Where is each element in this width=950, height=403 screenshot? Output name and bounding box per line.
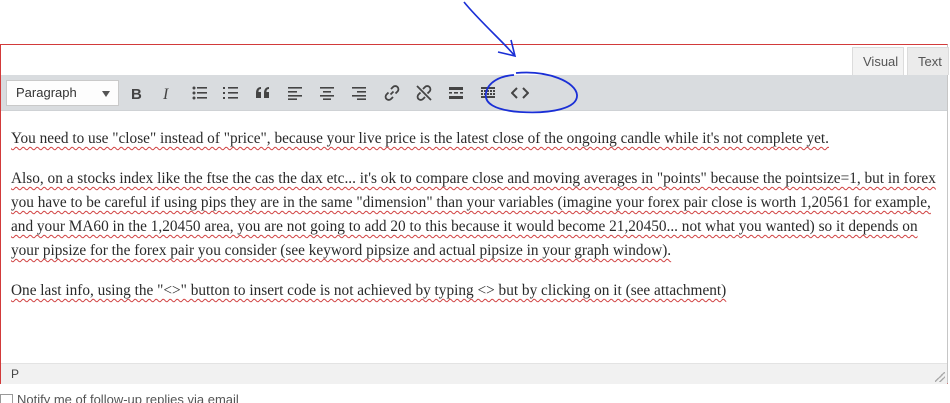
svg-text:I: I	[162, 86, 169, 101]
chevron-down-icon	[102, 91, 110, 97]
bold-icon[interactable]: B	[124, 81, 148, 105]
tab-text[interactable]: Text	[907, 47, 949, 75]
post-editor: Visual Text Paragraph B I You need to us…	[0, 44, 949, 384]
svg-text:B: B	[131, 86, 142, 101]
read-more-icon[interactable]	[444, 81, 468, 105]
link-icon[interactable]	[380, 81, 404, 105]
notify-label: Notify me of follow-up replies via email	[17, 394, 239, 403]
code-icon[interactable]	[508, 81, 532, 105]
notify-checkbox[interactable]	[0, 394, 13, 403]
align-right-icon[interactable]	[347, 81, 371, 105]
paragraph-1: You need to use "close" instead of "pric…	[11, 130, 829, 147]
editor-toolbar: Paragraph B I	[1, 75, 947, 111]
align-center-icon[interactable]	[315, 81, 339, 105]
unlink-icon[interactable]	[412, 81, 436, 105]
editor-statusbar: P	[1, 363, 947, 384]
format-select[interactable]: Paragraph	[6, 80, 119, 106]
resize-grip-icon[interactable]	[935, 372, 945, 382]
editor-content[interactable]: You need to use "close" instead of "pric…	[11, 121, 941, 319]
notify-checkbox-row[interactable]: Notify me of follow-up replies via email	[0, 394, 239, 403]
tab-visual[interactable]: Visual	[852, 47, 904, 75]
editor-tabs: Visual Text	[1, 45, 949, 75]
format-select-value: Paragraph	[16, 85, 77, 100]
paragraph-3: One last info, using the "<>" button to …	[11, 282, 727, 299]
blockquote-icon[interactable]	[251, 81, 275, 105]
numbered-list-icon[interactable]	[219, 81, 243, 105]
italic-icon[interactable]: I	[155, 81, 179, 105]
toolbar-toggle-icon[interactable]	[476, 81, 500, 105]
paragraph-2: Also, on a stocks index like the ftse th…	[11, 170, 936, 259]
bulleted-list-icon[interactable]	[188, 81, 212, 105]
element-path: P	[11, 367, 20, 381]
align-left-icon[interactable]	[283, 81, 307, 105]
